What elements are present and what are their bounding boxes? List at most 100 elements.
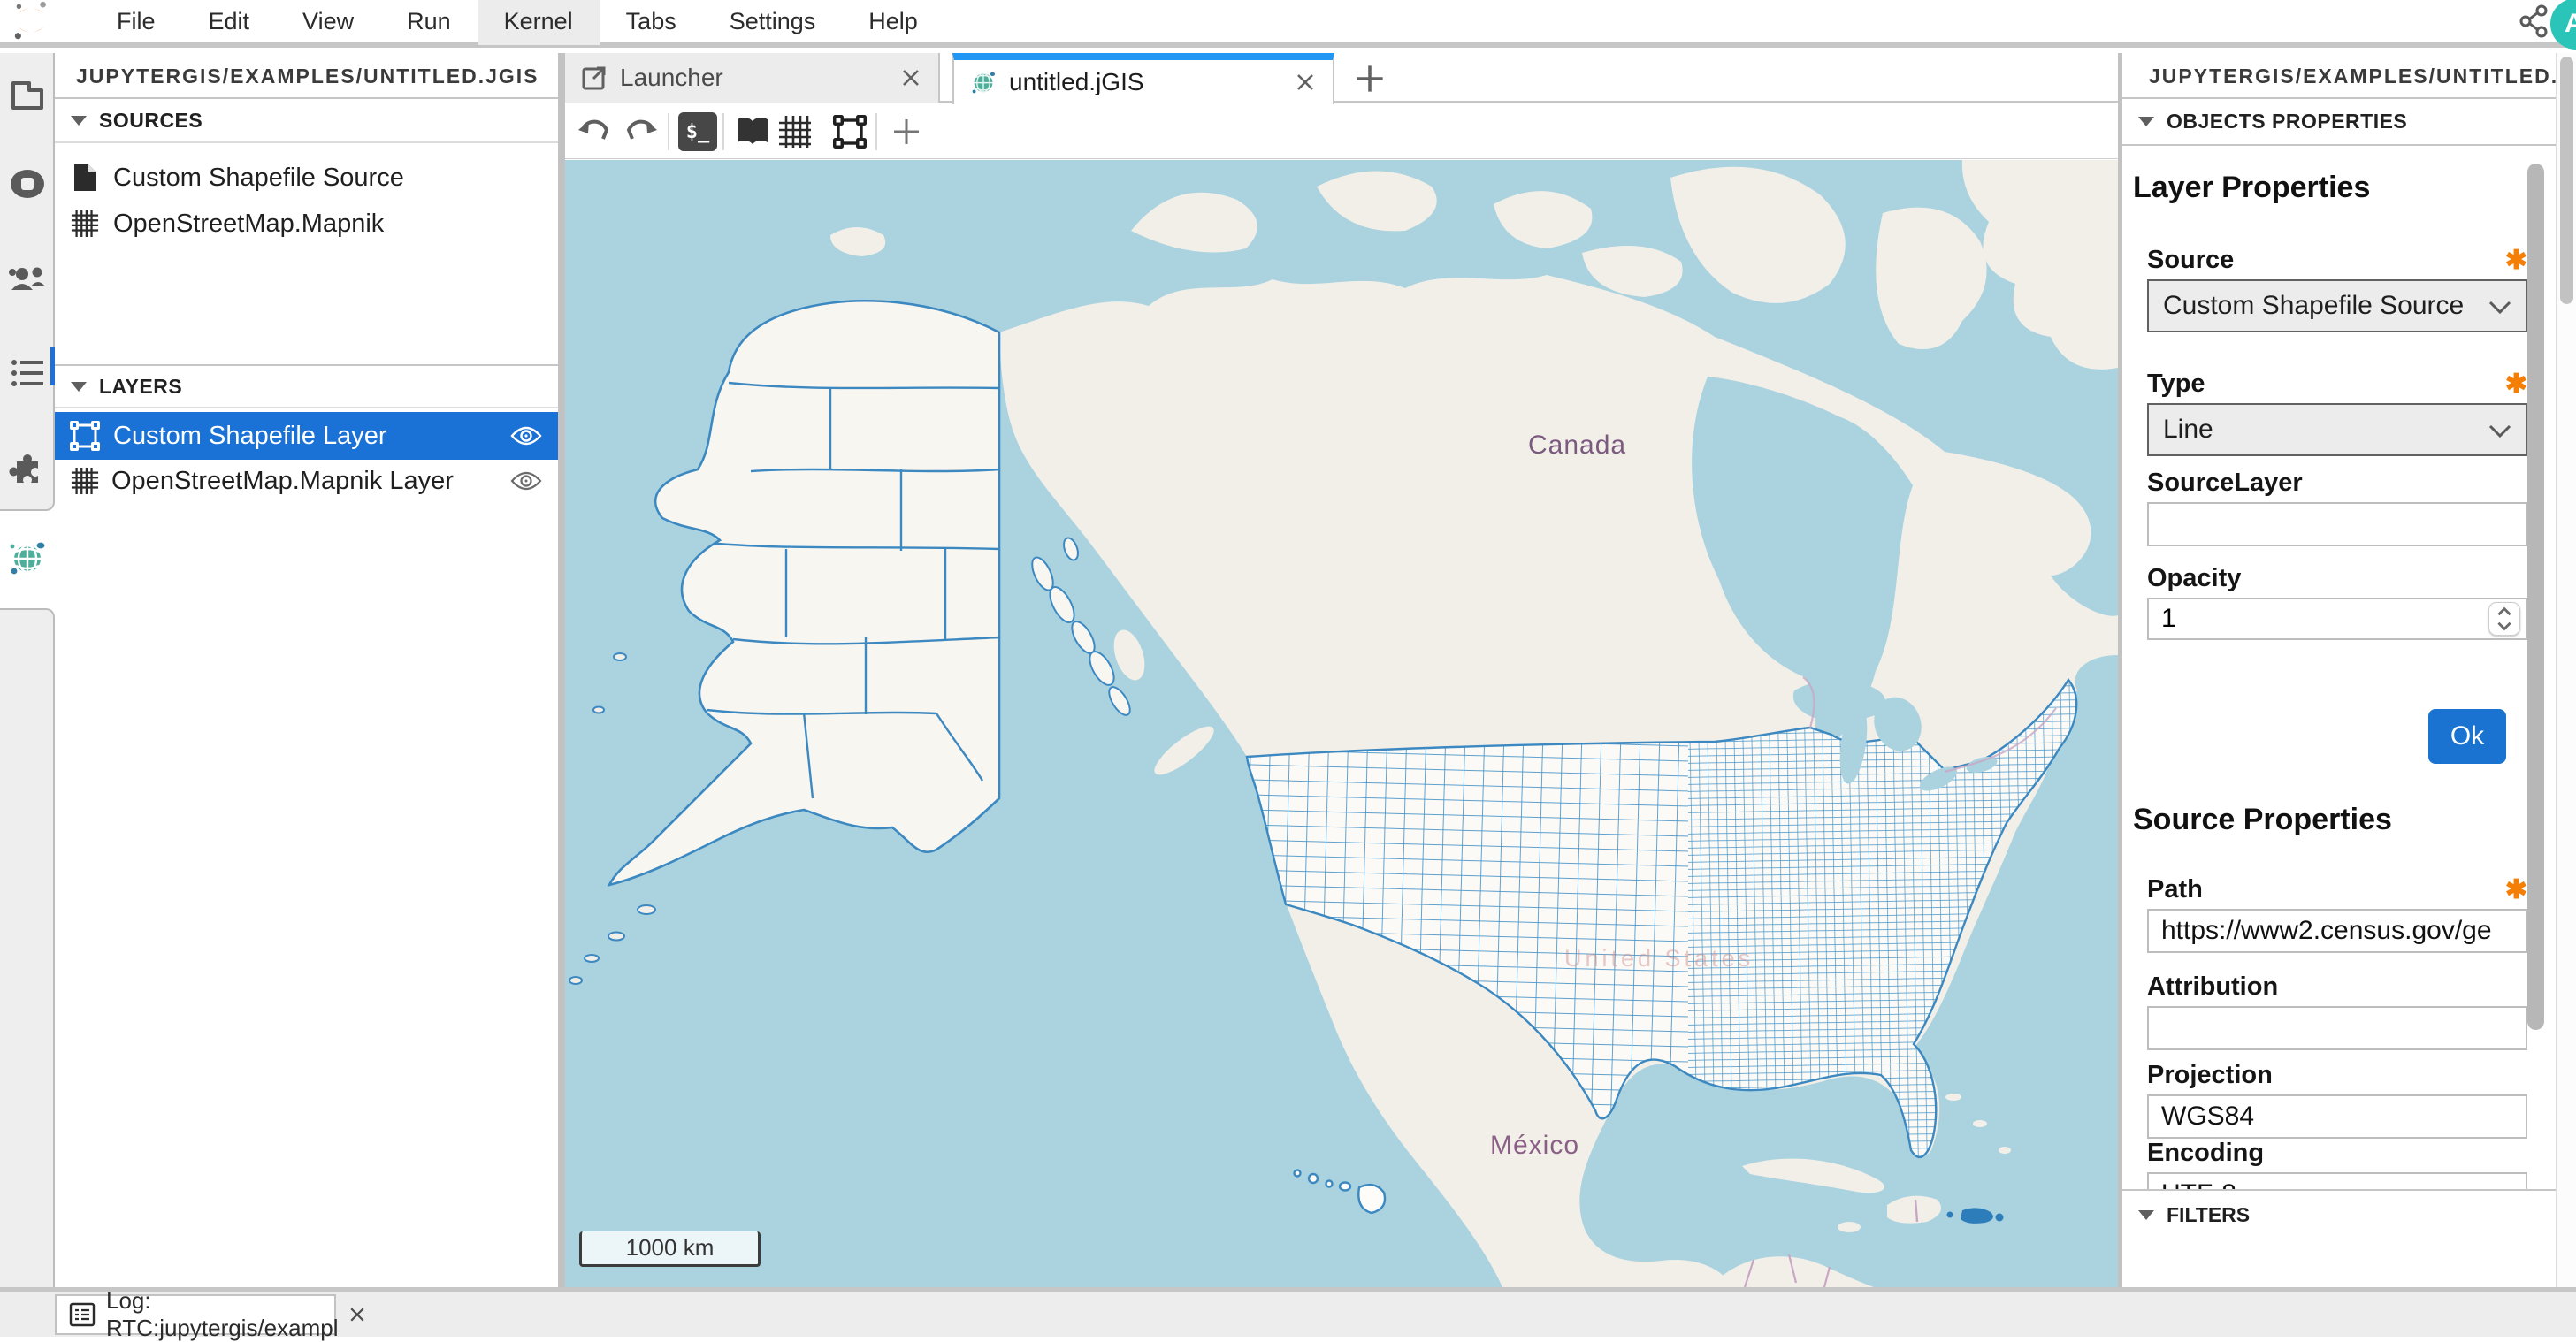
tab-label: Launcher bbox=[620, 64, 723, 92]
map-scale-bar: 1000 km bbox=[579, 1231, 761, 1267]
menu-run[interactable]: Run bbox=[380, 0, 478, 45]
attribution-label: Attribution bbox=[2147, 972, 2278, 1002]
opacity-label: Opacity bbox=[2147, 564, 2241, 593]
add-layer-plus-icon[interactable] bbox=[887, 112, 926, 151]
right-panel-path: JUPYTERGIS/EXAMPLES/UNTITLED.JG bbox=[2122, 53, 2556, 99]
map-canvas[interactable]: Canada United States México bbox=[565, 160, 2118, 1287]
menu-tabs[interactable]: Tabs bbox=[600, 0, 703, 45]
menu-view[interactable]: View bbox=[276, 0, 380, 45]
tab-label: untitled.jGIS bbox=[1009, 68, 1144, 96]
required-asterisk-icon: ✱ bbox=[2505, 874, 2527, 905]
share-icon[interactable] bbox=[2514, 2, 2553, 41]
attribution-input[interactable] bbox=[2147, 1006, 2527, 1050]
scale-label: 1000 km bbox=[626, 1234, 715, 1262]
extension-manager-icon[interactable] bbox=[8, 447, 47, 486]
layer-row-shapefile[interactable]: Custom Shapefile Layer bbox=[55, 412, 558, 460]
type-select-value: Line bbox=[2163, 415, 2213, 445]
source-label: Source bbox=[2147, 246, 2234, 275]
menu-kernel[interactable]: Kernel bbox=[478, 0, 600, 45]
vector-square-icon bbox=[69, 420, 101, 452]
projection-input[interactable] bbox=[2147, 1094, 2527, 1139]
window-scrollbar-thumb[interactable] bbox=[2560, 57, 2573, 304]
log-console-tab[interactable]: Log: RTC:jupytergis/exampl bbox=[55, 1294, 336, 1335]
user-avatar[interactable]: A bbox=[2550, 0, 2576, 50]
ok-button[interactable]: Ok bbox=[2428, 709, 2506, 764]
basemap-book-icon[interactable] bbox=[733, 112, 772, 151]
menu-edit[interactable]: Edit bbox=[182, 0, 277, 45]
running-kernels-icon[interactable] bbox=[8, 164, 47, 203]
terminal-console-button[interactable]: $_ bbox=[678, 112, 717, 151]
launcher-icon bbox=[581, 65, 608, 91]
terminal-glyph: $_ bbox=[686, 121, 710, 143]
path-field: Path ✱ bbox=[2147, 875, 2527, 953]
new-tab-plus-icon[interactable] bbox=[1347, 58, 1393, 99]
type-label: Type bbox=[2147, 370, 2205, 399]
active-sidebar-indicator bbox=[50, 347, 55, 385]
collapse-caret-icon bbox=[71, 382, 87, 392]
map-toolbar: $_ bbox=[565, 104, 2118, 159]
table-of-contents-icon[interactable] bbox=[8, 354, 47, 393]
undo-icon[interactable] bbox=[575, 112, 614, 151]
encoding-field: Encoding bbox=[2147, 1139, 2527, 1189]
source-field: Source ✱ Custom Shapefile Source bbox=[2147, 246, 2527, 332]
menu-settings[interactable]: Settings bbox=[703, 0, 843, 45]
panel-scrollbar-thumb[interactable] bbox=[2527, 164, 2544, 1030]
properties-form: Layer Properties Source ✱ Custom Shapefi… bbox=[2122, 146, 2556, 1189]
filters-title: FILTERS bbox=[2167, 1203, 2250, 1227]
sources-section-header[interactable]: SOURCES bbox=[55, 99, 558, 143]
main-dock-area: Launcher untitled.jGIS bbox=[562, 53, 2122, 1287]
tab-untitled-jgis[interactable]: untitled.jGIS bbox=[952, 53, 1334, 104]
close-icon[interactable] bbox=[348, 1305, 367, 1324]
required-asterisk-icon: ✱ bbox=[2505, 369, 2527, 400]
menu-file[interactable]: File bbox=[90, 0, 182, 45]
close-icon[interactable] bbox=[1294, 71, 1317, 94]
collaboration-users-icon[interactable] bbox=[8, 260, 47, 299]
opacity-input[interactable] bbox=[2147, 598, 2527, 640]
jupyter-logo-icon bbox=[11, 1, 51, 42]
visibility-eye-icon[interactable] bbox=[510, 469, 542, 492]
toolbar-separator bbox=[875, 113, 877, 150]
menu-help[interactable]: Help bbox=[842, 0, 944, 45]
log-icon bbox=[69, 1302, 96, 1327]
close-icon[interactable] bbox=[899, 66, 922, 89]
source-select[interactable]: Custom Shapefile Source bbox=[2147, 279, 2527, 332]
window-scrollbar-track bbox=[2556, 53, 2576, 1287]
raster-grid-icon bbox=[71, 209, 99, 239]
raster-grid-icon bbox=[71, 467, 99, 495]
chevron-down-icon bbox=[2487, 419, 2513, 442]
tab-launcher[interactable]: Launcher bbox=[565, 53, 940, 103]
sourcelayer-input[interactable] bbox=[2147, 502, 2527, 546]
path-label: Path bbox=[2147, 875, 2203, 904]
jupytergis-globe-icon[interactable] bbox=[7, 538, 48, 578]
status-bar: Log: RTC:jupytergis/exampl bbox=[0, 1287, 2576, 1337]
file-browser-icon[interactable] bbox=[8, 74, 47, 113]
path-input[interactable] bbox=[2147, 909, 2527, 953]
encoding-input[interactable] bbox=[2147, 1172, 2527, 1189]
left-panel-path: JUPYTERGIS/EXAMPLES/UNTITLED.JGIS bbox=[55, 53, 558, 99]
objects-properties-title: OBJECTS PROPERTIES bbox=[2167, 110, 2407, 133]
map-viewport[interactable]: Canada United States México 1000 km bbox=[565, 160, 2118, 1287]
filters-section-header[interactable]: FILTERS bbox=[2122, 1189, 2556, 1239]
redo-icon[interactable] bbox=[622, 112, 661, 151]
number-stepper[interactable] bbox=[2488, 602, 2520, 636]
layer-properties-title: Layer Properties bbox=[2133, 171, 2370, 205]
layer-row-osm[interactable]: OpenStreetMap.Mapnik Layer bbox=[55, 460, 558, 502]
left-sidebar-panel: JUPYTERGIS/EXAMPLES/UNTITLED.JGIS SOURCE… bbox=[55, 53, 562, 1287]
attribution-field: Attribution bbox=[2147, 972, 2527, 1050]
projection-label: Projection bbox=[2147, 1061, 2273, 1090]
sources-title: SOURCES bbox=[99, 109, 203, 133]
collapse-caret-icon bbox=[2138, 117, 2154, 126]
toolbar-separator bbox=[722, 113, 724, 150]
layers-section-header[interactable]: LAYERS bbox=[55, 364, 558, 408]
source-item-label: OpenStreetMap.Mapnik bbox=[113, 210, 384, 239]
map-label-united-states: United States bbox=[1564, 945, 1754, 972]
source-item-osm[interactable]: OpenStreetMap.Mapnik bbox=[55, 201, 558, 247]
vector-layer-icon[interactable] bbox=[830, 112, 869, 151]
raster-layer-icon[interactable] bbox=[776, 112, 814, 151]
layer-label: OpenStreetMap.Mapnik Layer bbox=[111, 467, 454, 496]
type-select[interactable]: Line bbox=[2147, 403, 2527, 456]
visibility-eye-icon[interactable] bbox=[510, 424, 542, 447]
required-asterisk-icon: ✱ bbox=[2505, 245, 2527, 276]
source-item-shapefile[interactable]: Custom Shapefile Source bbox=[55, 155, 558, 201]
objects-properties-header[interactable]: OBJECTS PROPERTIES bbox=[2122, 99, 2556, 146]
